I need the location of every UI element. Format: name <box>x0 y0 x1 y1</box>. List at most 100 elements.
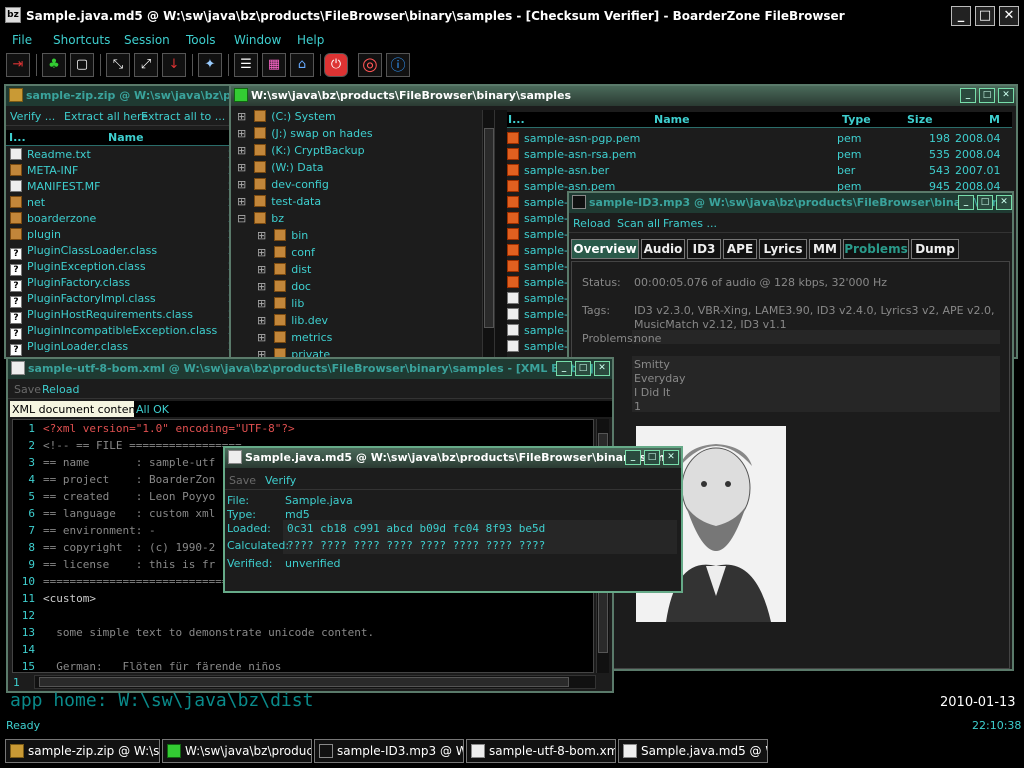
menu-session[interactable]: Session <box>124 33 170 47</box>
tree-item[interactable]: ⊞ dist <box>257 263 311 279</box>
table-row[interactable]: sample-c <box>507 212 574 228</box>
verify-button[interactable]: Verify <box>265 474 296 487</box>
table-row[interactable]: sample-asn.ber ber 543 2007.01 <box>507 164 1012 180</box>
task-zip[interactable]: sample-zip.zip @ W:\sw... <box>5 739 160 763</box>
window-icon[interactable]: ▢ <box>70 53 94 77</box>
menu-help[interactable]: Help <box>297 33 324 47</box>
close-button[interactable]: ✕ <box>663 450 679 465</box>
id3-window-titlebar[interactable]: sample-ID3.mp3 @ W:\sw\java\bz\products\… <box>569 193 1012 213</box>
list-item[interactable]: plugin2 <box>10 228 235 244</box>
close-button[interactable]: ✕ <box>999 6 1019 26</box>
tree-item[interactable]: ⊞ (K:) CryptBackup <box>237 144 365 160</box>
extract-all-to-button[interactable]: Extract all to ... <box>141 110 225 123</box>
expand-icon[interactable]: ⊞ <box>237 161 246 174</box>
col-icon[interactable]: I... <box>508 113 525 126</box>
maximize-button[interactable]: □ <box>644 450 660 465</box>
tree-item[interactable]: ⊞ metrics <box>257 331 332 347</box>
table-row[interactable]: sample-c <box>507 196 574 212</box>
minimize-button[interactable]: _ <box>958 195 974 210</box>
save-button[interactable]: Save <box>229 474 256 487</box>
frames-button[interactable]: Frames ... <box>663 217 717 230</box>
expand-icon[interactable]: ⊞ <box>237 178 246 191</box>
expand-icon[interactable]: ⊞ <box>257 246 266 259</box>
expand-icon[interactable]: ⊞ <box>257 229 266 242</box>
maximize-button[interactable]: □ <box>575 361 591 376</box>
close-button[interactable]: ✕ <box>594 361 610 376</box>
save-button[interactable]: Save <box>14 383 41 396</box>
task-md5[interactable]: Sample.java.md5 @ W:... <box>618 739 768 763</box>
expand-icon[interactable]: ⊞ <box>257 280 266 293</box>
tab-problems[interactable]: Problems <box>843 239 909 259</box>
expand-icon[interactable]: ⊞ <box>237 144 246 157</box>
table-row[interactable]: sample-c <box>507 228 574 244</box>
tree-item[interactable]: ⊞ conf <box>257 246 315 262</box>
task-id3[interactable]: sample-ID3.mp3 @ W:\s... <box>314 739 464 763</box>
xml-window-titlebar[interactable]: sample-utf-8-bom.xml @ W:\sw\java\bz\pro… <box>8 359 612 379</box>
maximize-button[interactable]: □ <box>977 195 993 210</box>
col-size[interactable]: Size <box>907 113 933 126</box>
col-name[interactable]: Name <box>654 113 690 126</box>
browser-window-titlebar[interactable]: W:\sw\java\bz\products\FileBrowser\binar… <box>231 86 1016 106</box>
close-button[interactable]: ✕ <box>996 195 1012 210</box>
list-item[interactable]: ?PluginClassLoader.class2 <box>10 244 235 260</box>
tree-item[interactable]: ⊞ dev-config <box>237 178 329 194</box>
tree-item[interactable]: ⊟ bz <box>237 212 284 228</box>
reload-button[interactable]: Reload <box>573 217 610 230</box>
tab-id3[interactable]: ID3 <box>687 239 721 259</box>
menu-window[interactable]: Window <box>234 33 281 47</box>
info-icon[interactable]: ⓘ <box>386 53 410 77</box>
exit-icon[interactable]: ⇥ <box>6 53 30 77</box>
scroll-thumb[interactable] <box>484 128 494 328</box>
table-row[interactable]: sample-c <box>507 244 574 260</box>
network-icon[interactable]: ✦ <box>198 53 222 77</box>
xml-hscroll[interactable]: 1 <box>13 675 596 689</box>
tab-dump[interactable]: Dump <box>911 239 959 259</box>
tab-ape[interactable]: APE <box>723 239 757 259</box>
list-item[interactable]: ?PluginException.class2 <box>10 260 235 276</box>
verify-button[interactable]: Verify ... <box>10 110 55 123</box>
tile-icon[interactable]: ⤢ <box>134 53 158 77</box>
list-item[interactable]: ?PluginLoader.class2 <box>10 340 235 356</box>
close-button[interactable]: ✕ <box>998 88 1014 103</box>
expand-icon[interactable]: ⊞ <box>257 297 266 310</box>
col-icon[interactable]: I... <box>9 131 26 144</box>
task-xml[interactable]: sample-utf-8-bom.xml ... <box>466 739 616 763</box>
scroll-thumb[interactable] <box>39 677 569 687</box>
minimize-button[interactable]: _ <box>625 450 641 465</box>
tree-item[interactable]: ⊞ test-data <box>237 195 321 211</box>
expand-icon[interactable]: ⊞ <box>237 127 246 140</box>
minimize-button[interactable]: _ <box>951 6 971 26</box>
tree-item[interactable]: ⊞ bin <box>257 229 308 245</box>
expand-icon[interactable]: ⊟ <box>237 212 246 225</box>
expand-icon[interactable]: ⊞ <box>257 263 266 276</box>
scan-all-button[interactable]: Scan all <box>617 217 660 230</box>
tab-overview[interactable]: Overview <box>571 239 639 259</box>
tree-icon[interactable]: ♣ <box>42 53 66 77</box>
col-modified[interactable]: M <box>989 113 1000 126</box>
table-row[interactable]: sample-d <box>507 292 575 308</box>
md5-window-titlebar[interactable]: Sample.java.md5 @ W:\sw\java\bz\products… <box>225 448 681 468</box>
extract-all-here-button[interactable]: Extract all here <box>64 110 148 123</box>
maximize-button[interactable]: □ <box>975 6 995 26</box>
table-row[interactable]: sample-asn-rsa.pem pem 535 2008.04 <box>507 148 1012 164</box>
expand-icon[interactable]: ⊞ <box>257 314 266 327</box>
tree-scrollbar-2[interactable] <box>494 110 507 358</box>
help-icon[interactable]: ◎ <box>358 53 382 77</box>
expand-icon[interactable]: ⊞ <box>237 195 246 208</box>
tab-audio[interactable]: Audio <box>641 239 685 259</box>
table-row[interactable]: sample-d <box>507 308 575 324</box>
minimize-button[interactable]: _ <box>960 88 976 103</box>
tree-item[interactable]: ⊞ (W:) Data <box>237 161 324 177</box>
list-item[interactable]: ?PluginFactory.class2 <box>10 276 235 292</box>
list-item[interactable]: ?PluginFactoryImpl.class2 <box>10 292 235 308</box>
table-row[interactable]: sample-d <box>507 324 575 340</box>
list-item[interactable]: ?PluginHostRequirements.class2 <box>10 308 235 324</box>
download-icon[interactable]: ↓ <box>162 53 186 77</box>
tree-item[interactable]: ⊞ (C:) System <box>237 110 336 126</box>
tab-lyrics[interactable]: Lyrics <box>759 239 807 259</box>
filter-icon[interactable]: ☰ <box>234 53 258 77</box>
list-item[interactable]: net2 <box>10 196 235 212</box>
expand-icon[interactable]: ⊞ <box>237 110 246 123</box>
minimize-button[interactable]: _ <box>556 361 572 376</box>
tree-item[interactable]: ⊞ lib <box>257 297 304 313</box>
